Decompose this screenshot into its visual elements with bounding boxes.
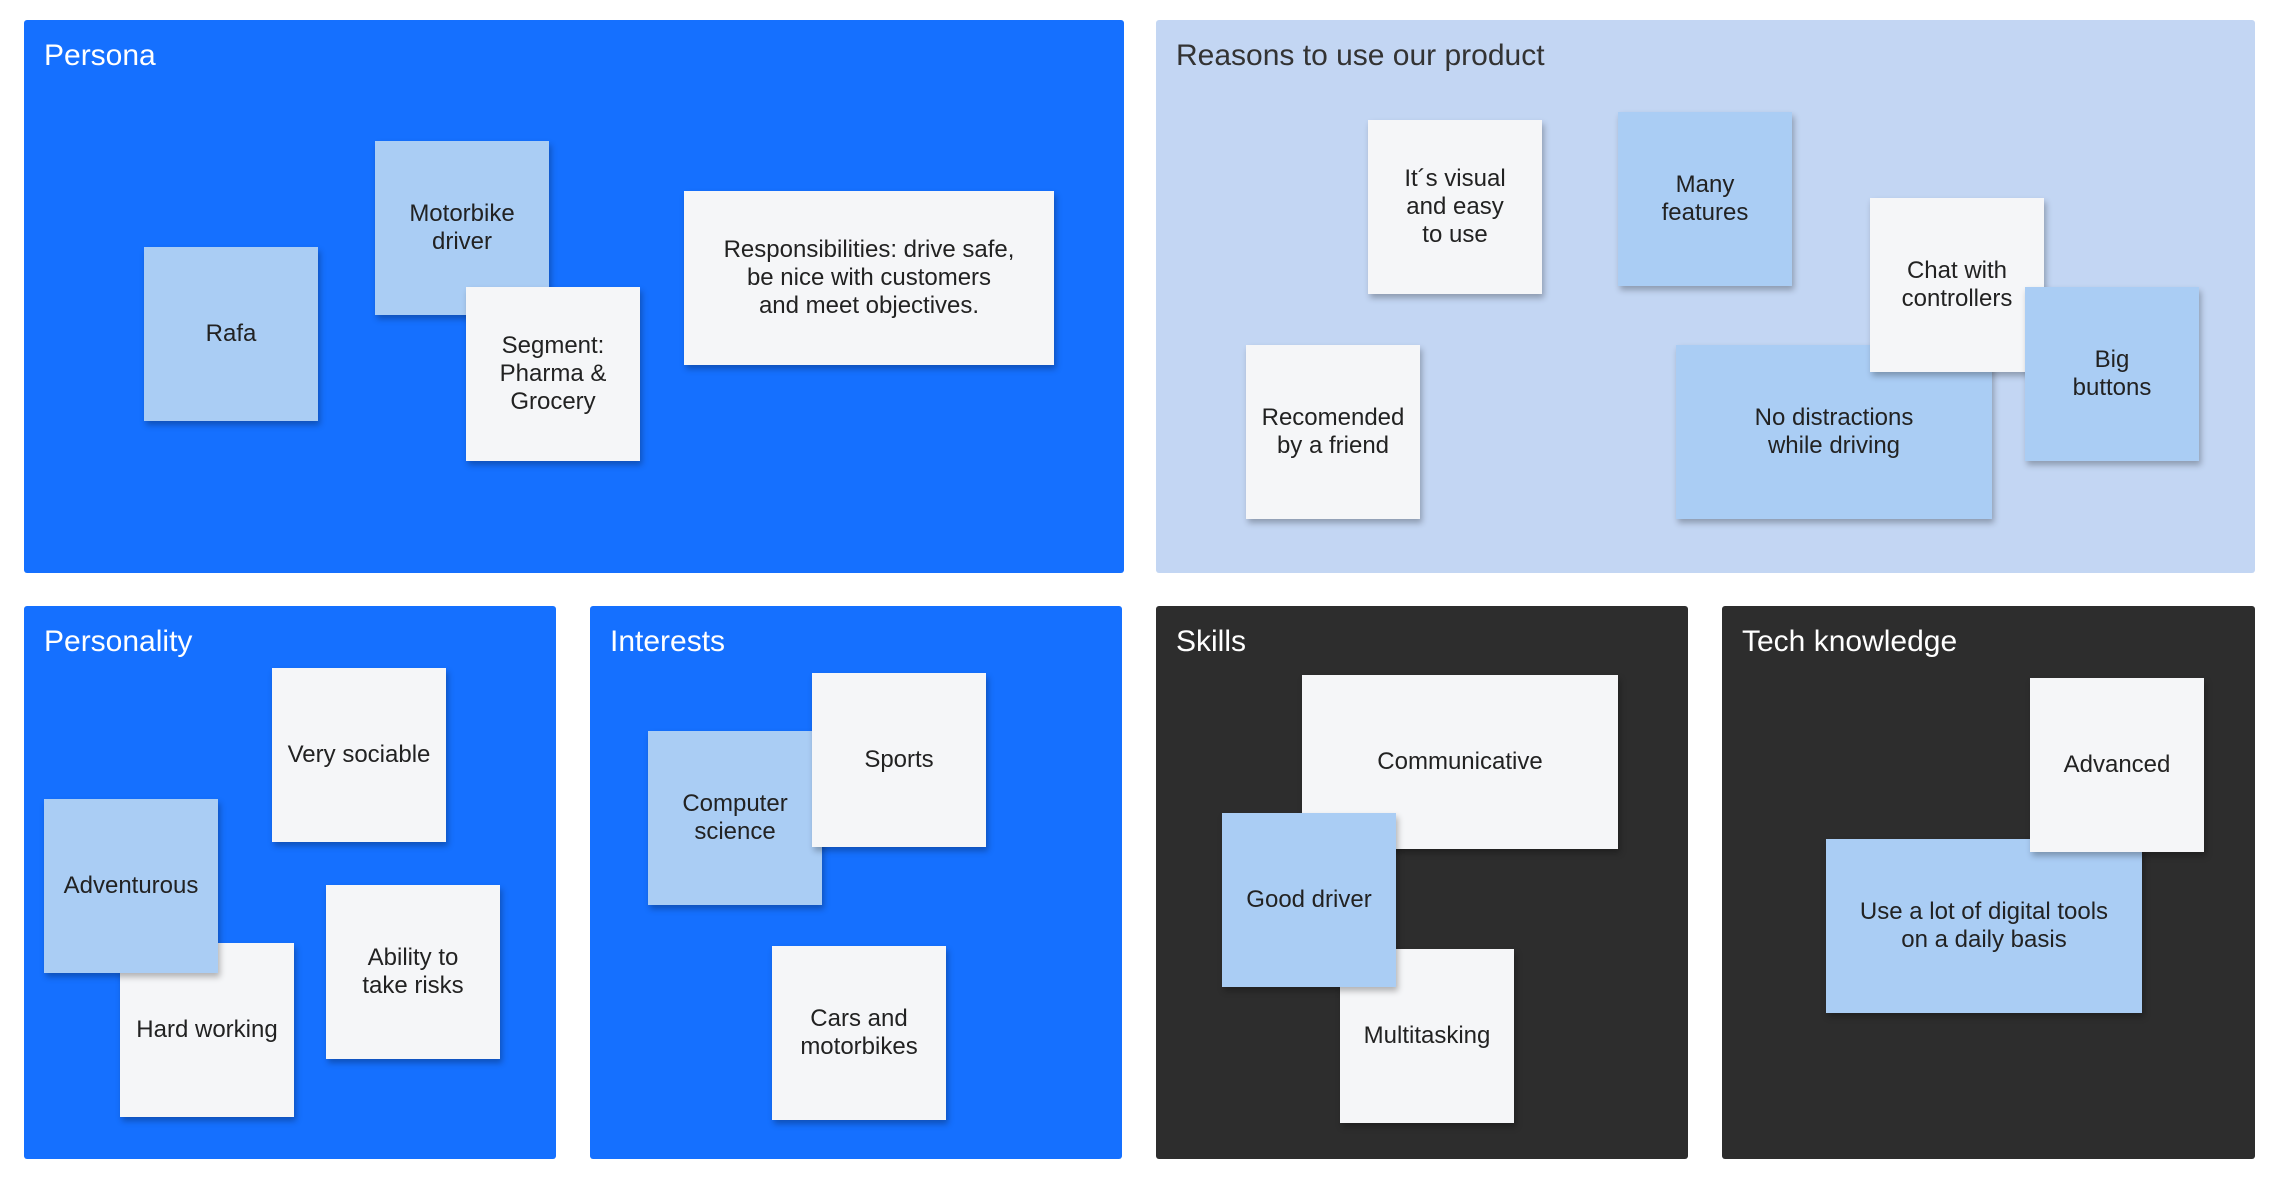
persona-title: Persona — [44, 39, 156, 72]
note-big-buttons[interactable]: Big buttons — [2025, 287, 2199, 461]
interests-title: Interests — [610, 625, 726, 658]
note-adventurous[interactable]: Adventurous — [44, 799, 218, 973]
tech-knowledge-title: Tech knowledge — [1742, 625, 1958, 658]
note-very-sociable[interactable]: Very sociable — [272, 668, 446, 842]
note-advanced[interactable]: Advanced — [2030, 678, 2204, 852]
note-chat-controllers[interactable]: Chat with controllers — [1870, 198, 2044, 372]
note-rafa[interactable]: Rafa — [144, 247, 318, 421]
note-segment[interactable]: Segment: Pharma & Grocery — [466, 287, 640, 461]
interests-panel: Interests Computer science Sports Cars a… — [590, 606, 1122, 1159]
tech-knowledge-panel: Tech knowledge Use a lot of digital tool… — [1722, 606, 2255, 1159]
persona-panel: Persona Rafa Motorbike driver Segment: P… — [24, 20, 1124, 573]
note-cars-motorbikes[interactable]: Cars and motorbikes — [772, 946, 946, 1120]
skills-title: Skills — [1176, 625, 1247, 658]
reasons-panel: Reasons to use our product It´s visual a… — [1156, 20, 2255, 573]
note-sports[interactable]: Sports — [812, 673, 986, 847]
note-visual-easy[interactable]: It´s visual and easy to use — [1368, 120, 1542, 294]
note-computer-science[interactable]: Computer science — [648, 731, 822, 905]
note-recomended[interactable]: Recomended by a friend — [1246, 345, 1420, 519]
note-good-driver[interactable]: Good driver — [1222, 813, 1396, 987]
personality-panel: Personality Very sociable Hard working A… — [24, 606, 556, 1159]
note-ability-risks[interactable]: Ability to take risks — [326, 885, 500, 1059]
note-responsibilities[interactable]: Responsibilities: drive safe, be nice wi… — [684, 191, 1054, 365]
note-digital-tools[interactable]: Use a lot of digital tools on a daily ba… — [1826, 839, 2142, 1013]
personality-title: Personality — [44, 625, 193, 658]
note-many-features[interactable]: Many features — [1618, 112, 1792, 286]
reasons-title: Reasons to use our product — [1176, 39, 1545, 72]
skills-panel: Skills Communicative Multitasking Good d… — [1156, 606, 1688, 1159]
